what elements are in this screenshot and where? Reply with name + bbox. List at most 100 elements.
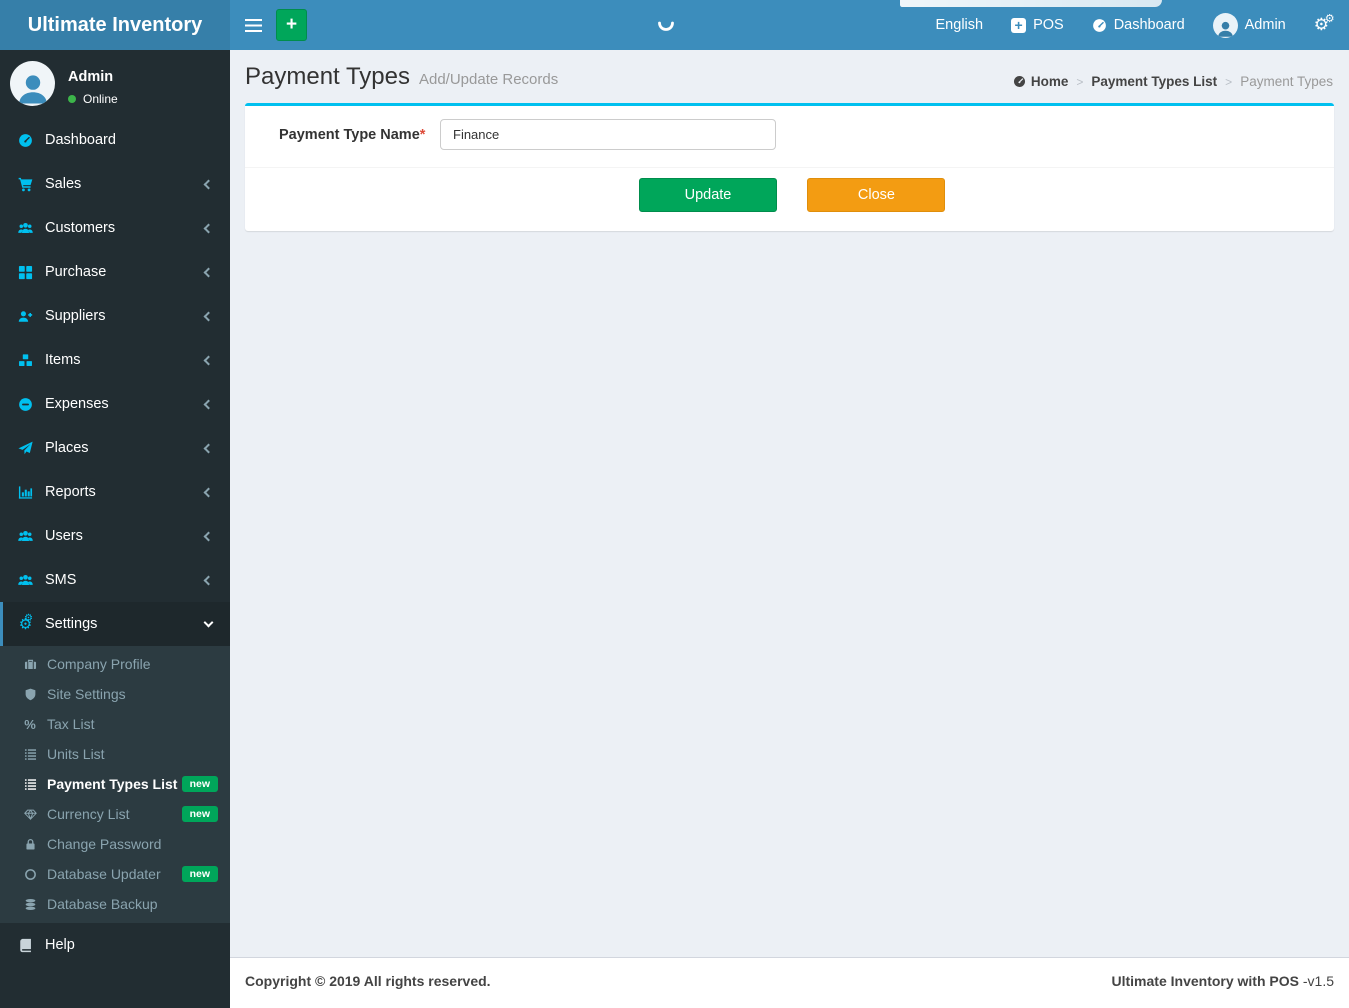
minus-circle-icon: [15, 397, 36, 412]
settings-gears-link[interactable]: ⚙ ⚙: [1300, 0, 1343, 50]
payment-type-name-input[interactable]: [440, 119, 776, 150]
online-status[interactable]: Online: [68, 92, 118, 106]
chevron-left-icon: [203, 487, 214, 497]
chevron-left-icon: [203, 443, 214, 453]
users-icon: [15, 221, 36, 236]
submenu-item-site-settings[interactable]: Site Settings: [0, 679, 230, 709]
close-button[interactable]: Close: [807, 178, 946, 212]
chevron-left-icon: [203, 355, 214, 365]
tachometer-icon: [1092, 18, 1107, 33]
submenu-item-change-password[interactable]: Change Password: [0, 829, 230, 859]
sidebar-item-sales[interactable]: Sales: [0, 162, 230, 206]
sidebar-item-label: Sales: [45, 176, 82, 192]
sidebar-item-label: Places: [45, 440, 89, 456]
list-icon: [21, 778, 39, 791]
dashboard-label: Dashboard: [1113, 17, 1185, 33]
sidebar-item-settings[interactable]: ⚙ ⚙ Settings: [0, 602, 230, 646]
database-icon: [21, 898, 39, 911]
sidebar-item-label: Suppliers: [45, 308, 106, 324]
plus-square-icon: +: [1011, 17, 1027, 33]
submenu-item-label: Company Profile: [47, 656, 151, 672]
language-menu[interactable]: English: [922, 0, 998, 50]
sidebar-item-sms[interactable]: SMS: [0, 558, 230, 602]
submenu-item-database-backup[interactable]: Database Backup: [0, 889, 230, 919]
form-actions: Update Close: [245, 167, 1334, 231]
new-badge: new: [181, 806, 218, 822]
submenu-item-currency-list[interactable]: Currency List new: [0, 799, 230, 829]
submenu-item-tax-list[interactable]: % Tax List: [0, 709, 230, 739]
sidebar-item-label: Users: [45, 528, 83, 544]
sidebar-menu: Dashboard Sales Customers Purchase Suppl…: [0, 118, 230, 967]
chevron-left-icon: [203, 267, 214, 277]
cart-icon: [15, 177, 36, 192]
users-icon: [15, 529, 36, 544]
breadcrumb-separator: >: [1225, 74, 1233, 89]
sidebar-item-purchase[interactable]: Purchase: [0, 250, 230, 294]
sidebar-item-label: Help: [45, 937, 75, 953]
loading-spinner-icon: [656, 15, 676, 35]
page-title: Payment Types: [245, 63, 410, 90]
pos-link[interactable]: + POS: [997, 0, 1078, 50]
percent-icon: %: [24, 716, 36, 732]
settings-submenu: Company Profile Site Settings % Tax List…: [0, 646, 230, 923]
sidebar-user-name: Admin: [68, 69, 114, 85]
submenu-item-company-profile[interactable]: Company Profile: [0, 649, 230, 679]
avatar: [10, 61, 55, 106]
sidebar-item-users[interactable]: Users: [0, 514, 230, 558]
breadcrumb-home-label: Home: [1030, 74, 1069, 89]
breadcrumb-parent[interactable]: Payment Types List: [1091, 74, 1217, 89]
quick-add-button[interactable]: +: [276, 9, 307, 41]
sidebar-user-panel: Admin Online: [0, 50, 230, 116]
chevron-left-icon: [203, 223, 214, 233]
sidebar-item-dashboard[interactable]: Dashboard: [0, 118, 230, 162]
user-menu[interactable]: Admin: [1199, 0, 1300, 50]
paper-plane-icon: [15, 441, 36, 456]
dashboard-link[interactable]: Dashboard: [1078, 0, 1199, 50]
circle-icon: [21, 868, 39, 881]
submenu-item-label: Tax List: [47, 716, 95, 732]
sidebar-item-expenses[interactable]: Expenses: [0, 382, 230, 426]
copyright-text: Copyright © 2019 All rights reserved.: [245, 973, 491, 989]
book-icon: [15, 938, 36, 953]
users-icon: [15, 573, 36, 588]
chevron-left-icon: [203, 399, 214, 409]
navbar-menu: English + POS Dashboard Admin ⚙ ⚙: [922, 0, 1349, 50]
sidebar-item-items[interactable]: Items: [0, 338, 230, 382]
sidebar-item-label: Expenses: [45, 396, 109, 412]
sidebar-item-label: Customers: [45, 220, 116, 236]
new-badge: new: [181, 776, 218, 792]
sidebar-item-help[interactable]: Help: [0, 923, 230, 967]
breadcrumb-current: Payment Types: [1240, 74, 1333, 89]
required-asterisk: *: [419, 126, 426, 143]
user-plus-icon: [15, 309, 36, 324]
payment-type-name-label: Payment Type Name*: [279, 126, 426, 143]
pos-label: POS: [1033, 17, 1064, 33]
submenu-item-payment-types-list[interactable]: Payment Types List new: [0, 769, 230, 799]
update-button[interactable]: Update: [639, 178, 777, 212]
tachometer-icon: [15, 133, 36, 148]
gears-icon: ⚙ ⚙: [1313, 13, 1335, 34]
sidebar-toggle-button[interactable]: [230, 0, 276, 50]
submenu-item-units-list[interactable]: Units List: [0, 739, 230, 769]
chevron-left-icon: [203, 531, 214, 541]
hamburger-icon: [244, 18, 262, 22]
breadcrumb: Home > Payment Types List > Payment Type…: [1013, 74, 1333, 89]
brand-logo[interactable]: Ultimate Inventory: [0, 0, 230, 50]
sidebar-item-places[interactable]: Places: [0, 426, 230, 470]
grid-icon: [15, 265, 36, 280]
sidebar-item-reports[interactable]: Reports: [0, 470, 230, 514]
content-area: Payment Types Add/Update Records Home > …: [230, 50, 1349, 957]
sidebar-item-label: SMS: [45, 572, 77, 588]
breadcrumb-home[interactable]: Home: [1013, 74, 1069, 89]
sidebar-item-customers[interactable]: Customers: [0, 206, 230, 250]
sidebar-item-suppliers[interactable]: Suppliers: [0, 294, 230, 338]
chevron-left-icon: [203, 311, 214, 321]
breadcrumb-separator: >: [1076, 74, 1084, 89]
chevron-left-icon: [203, 575, 214, 585]
sidebar: Admin Online Dashboard Sales Customers P…: [0, 50, 230, 1008]
submenu-item-label: Payment Types List: [47, 776, 178, 792]
home-tachometer-icon: [1013, 75, 1026, 88]
submenu-item-database-updater[interactable]: Database Updater new: [0, 859, 230, 889]
submenu-item-label: Change Password: [47, 836, 162, 852]
sidebar-item-label: Items: [45, 352, 81, 368]
